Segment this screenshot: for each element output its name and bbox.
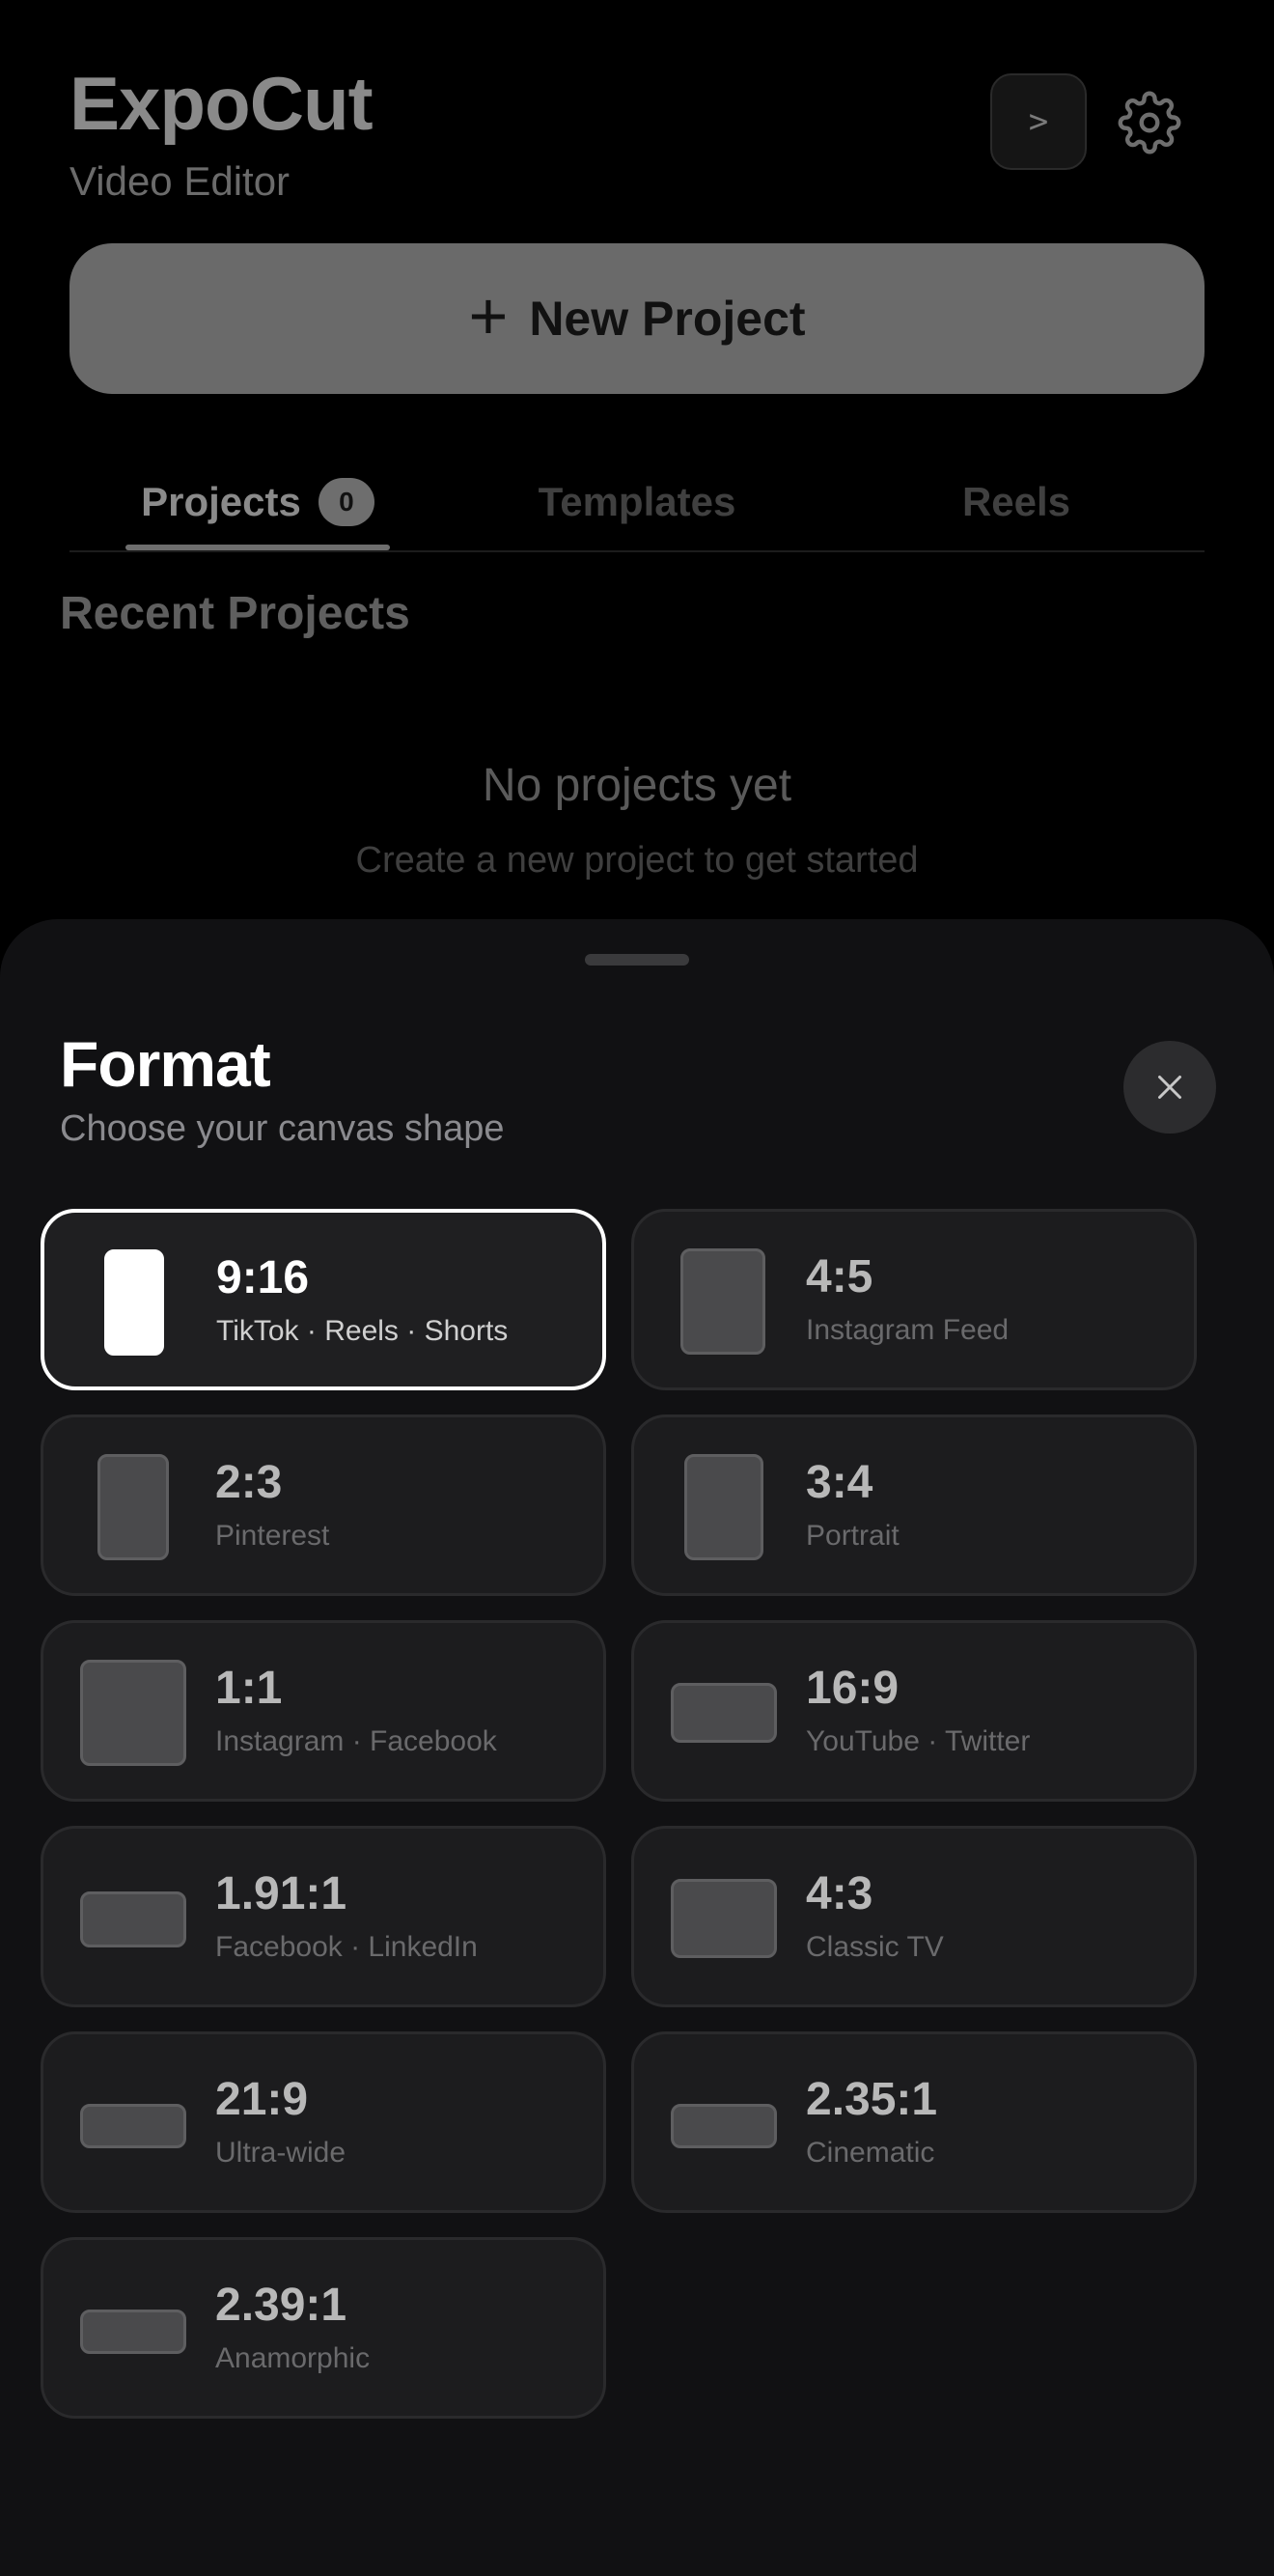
recent-projects-heading: Recent Projects [60,588,410,639]
close-icon [1158,1076,1181,1099]
close-button[interactable] [1123,1041,1216,1134]
format-ratio: 4:3 [806,1868,873,1919]
aspect-preview [671,2104,777,2148]
gear-icon[interactable] [1118,91,1181,154]
format-card-1-91-1[interactable]: 1.91:1 Facebook · LinkedIn [41,1826,606,2007]
tab-projects[interactable]: Projects 0 [69,454,446,550]
aspect-preview [80,1660,186,1766]
aspect-preview [80,1891,186,1947]
aspect-preview [80,2310,186,2354]
aspect-preview [104,1249,164,1356]
home-screen: ExpoCut Video Editor > + New Project Pro… [0,0,1274,966]
format-desc: Ultra-wide [215,2137,346,2169]
aspect-preview [671,1683,777,1743]
plus-icon: + [468,278,509,353]
new-project-label: New Project [529,292,806,346]
format-ratio: 2.35:1 [806,2074,938,2125]
app-title: ExpoCut [69,61,374,146]
format-ratio: 2:3 [215,1457,283,1508]
sheet-subtitle: Choose your canvas shape [60,1108,505,1149]
project-count-badge: 0 [318,478,374,526]
tab-reels[interactable]: Reels [828,454,1205,550]
format-ratio: 16:9 [806,1663,900,1714]
format-card-1-1[interactable]: 1:1 Instagram · Facebook [41,1620,606,1802]
format-ratio: 4:5 [806,1251,873,1302]
sheet-grabber[interactable] [585,954,689,966]
aspect-preview [671,1879,777,1958]
format-desc: Pinterest [215,1520,330,1552]
tab-label: Projects [141,479,301,524]
aspect-preview [80,2104,186,2148]
format-desc: Portrait [806,1520,900,1552]
aspect-preview [680,1248,765,1355]
aspect-preview [684,1454,763,1560]
format-card-2-35-1[interactable]: 2.35:1 Cinematic [631,2031,1197,2213]
app-subtitle: Video Editor [69,158,291,204]
sheet-title: Format [60,1028,271,1100]
format-ratio: 1:1 [215,1663,283,1714]
format-card-4-3[interactable]: 4:3 Classic TV [631,1826,1197,2007]
format-card-21-9[interactable]: 21:9 Ultra-wide [41,2031,606,2213]
format-card-16-9[interactable]: 16:9 YouTube · Twitter [631,1620,1197,1802]
format-ratio: 21:9 [215,2074,309,2125]
format-desc: Anamorphic [215,2342,371,2374]
aspect-preview [97,1454,169,1560]
format-desc: Classic TV [806,1931,944,1963]
format-ratio: 9:16 [216,1252,310,1303]
format-card-2-39-1[interactable]: 2.39:1 Anamorphic [41,2237,606,2419]
format-desc: Instagram · Facebook [215,1725,497,1757]
format-card-3-4[interactable]: 3:4 Portrait [631,1414,1197,1596]
format-sheet: Format Choose your canvas shape 9:16 Tik… [0,919,1274,2576]
format-card-2-3[interactable]: 2:3 Pinterest [41,1414,606,1596]
terminal-button[interactable]: > [990,73,1087,170]
format-desc: Cinematic [806,2137,935,2169]
format-card-4-5[interactable]: 4:5 Instagram Feed [631,1209,1197,1390]
format-desc: TikTok · Reels · Shorts [216,1315,509,1347]
tab-bar: Projects 0 Templates Reels [69,454,1205,552]
format-desc: YouTube · Twitter [806,1725,1031,1757]
tab-templates[interactable]: Templates [446,454,828,550]
empty-state-title: No projects yet [482,760,792,811]
format-ratio: 1.91:1 [215,1868,347,1919]
empty-state-subtitle: Create a new project to get started [355,840,919,881]
format-card-9-16[interactable]: 9:16 TikTok · Reels · Shorts [41,1209,606,1390]
format-desc: Instagram Feed [806,1314,1010,1346]
format-ratio: 3:4 [806,1457,873,1508]
active-tab-indicator [125,545,390,550]
format-ratio: 2.39:1 [215,2280,347,2331]
format-desc: Facebook · LinkedIn [215,1931,478,1963]
new-project-button[interactable]: + New Project [69,243,1205,394]
